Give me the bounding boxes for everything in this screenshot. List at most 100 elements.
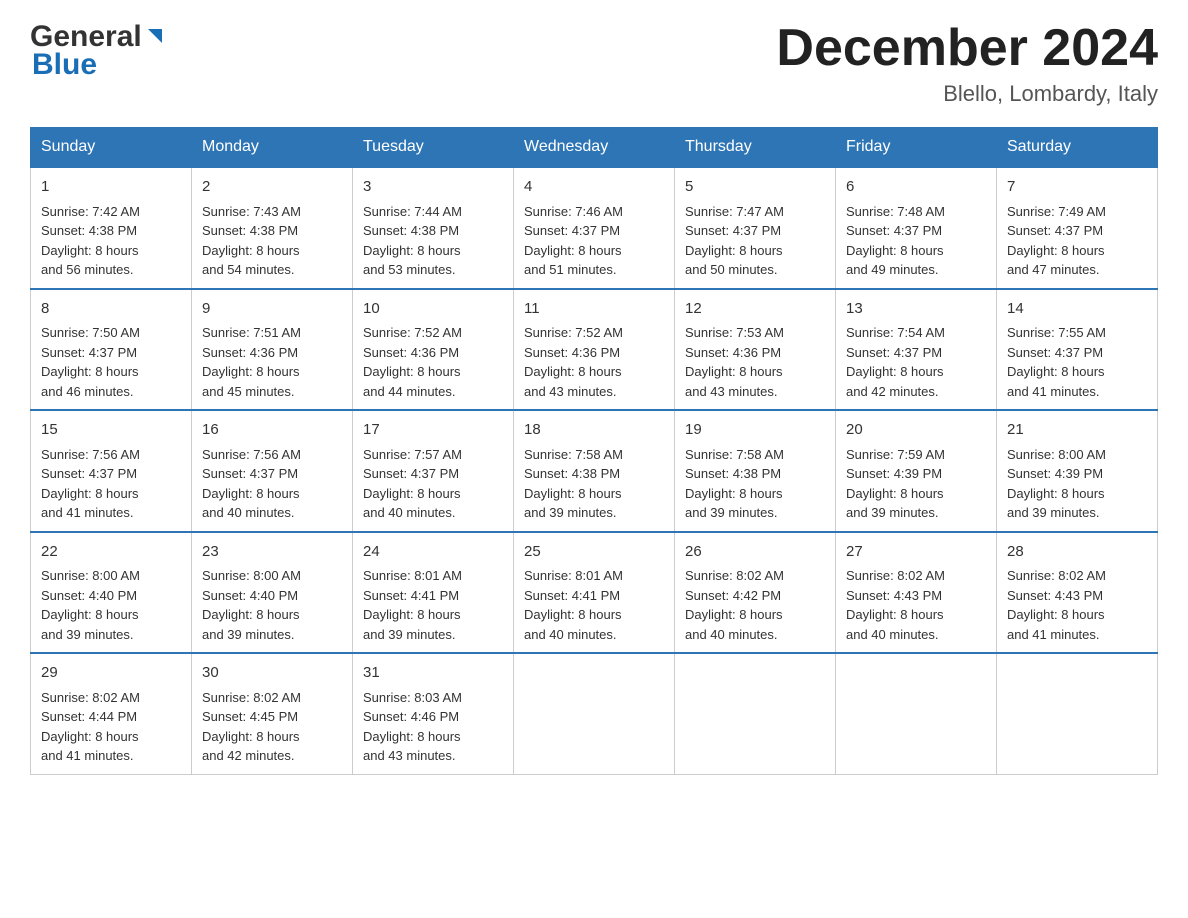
day-number: 14	[1007, 298, 1147, 321]
day-number: 19	[685, 419, 825, 442]
sunrise-info: Sunrise: 7:58 AM	[524, 447, 623, 462]
sunrise-info: Sunrise: 7:44 AM	[363, 204, 462, 219]
sunset-info: Sunset: 4:37 PM	[846, 345, 942, 360]
daylight-info: Daylight: 8 hours	[846, 364, 944, 379]
sunrise-info: Sunrise: 8:01 AM	[363, 568, 462, 583]
daylight-detail: and 40 minutes.	[202, 505, 295, 520]
col-header-friday: Friday	[836, 128, 997, 168]
daylight-detail: and 39 minutes.	[202, 627, 295, 642]
sunset-info: Sunset: 4:43 PM	[1007, 588, 1103, 603]
calendar-cell: 11Sunrise: 7:52 AMSunset: 4:36 PMDayligh…	[514, 289, 675, 411]
sunset-info: Sunset: 4:38 PM	[202, 223, 298, 238]
day-number: 26	[685, 541, 825, 564]
calendar-cell: 30Sunrise: 8:02 AMSunset: 4:45 PMDayligh…	[192, 653, 353, 774]
sunset-info: Sunset: 4:44 PM	[41, 709, 137, 724]
day-number: 20	[846, 419, 986, 442]
calendar-cell: 15Sunrise: 7:56 AMSunset: 4:37 PMDayligh…	[31, 410, 192, 532]
calendar-cell: 17Sunrise: 7:57 AMSunset: 4:37 PMDayligh…	[353, 410, 514, 532]
sunset-info: Sunset: 4:38 PM	[363, 223, 459, 238]
day-number: 31	[363, 662, 503, 685]
sunrise-info: Sunrise: 8:02 AM	[1007, 568, 1106, 583]
daylight-info: Daylight: 8 hours	[363, 486, 461, 501]
day-number: 4	[524, 176, 664, 199]
day-number: 17	[363, 419, 503, 442]
day-number: 29	[41, 662, 181, 685]
day-number: 16	[202, 419, 342, 442]
sunrise-info: Sunrise: 7:50 AM	[41, 325, 140, 340]
sunrise-info: Sunrise: 7:54 AM	[846, 325, 945, 340]
daylight-info: Daylight: 8 hours	[685, 243, 783, 258]
sunrise-info: Sunrise: 7:52 AM	[524, 325, 623, 340]
daylight-detail: and 41 minutes.	[41, 748, 134, 763]
sunset-info: Sunset: 4:38 PM	[524, 466, 620, 481]
calendar-cell: 3Sunrise: 7:44 AMSunset: 4:38 PMDaylight…	[353, 167, 514, 289]
day-number: 12	[685, 298, 825, 321]
sunset-info: Sunset: 4:43 PM	[846, 588, 942, 603]
daylight-info: Daylight: 8 hours	[846, 486, 944, 501]
calendar-cell	[997, 653, 1158, 774]
daylight-info: Daylight: 8 hours	[202, 243, 300, 258]
calendar-cell	[514, 653, 675, 774]
daylight-info: Daylight: 8 hours	[202, 607, 300, 622]
col-header-tuesday: Tuesday	[353, 128, 514, 168]
sunset-info: Sunset: 4:37 PM	[1007, 345, 1103, 360]
day-number: 28	[1007, 541, 1147, 564]
daylight-info: Daylight: 8 hours	[524, 364, 622, 379]
sunset-info: Sunset: 4:40 PM	[202, 588, 298, 603]
daylight-info: Daylight: 8 hours	[363, 729, 461, 744]
day-number: 25	[524, 541, 664, 564]
calendar-header-row: SundayMondayTuesdayWednesdayThursdayFrid…	[31, 128, 1158, 168]
sunset-info: Sunset: 4:37 PM	[41, 466, 137, 481]
sunset-info: Sunset: 4:36 PM	[524, 345, 620, 360]
sunset-info: Sunset: 4:37 PM	[1007, 223, 1103, 238]
daylight-info: Daylight: 8 hours	[363, 607, 461, 622]
daylight-info: Daylight: 8 hours	[41, 243, 139, 258]
logo-arrow-icon	[144, 27, 166, 49]
day-number: 27	[846, 541, 986, 564]
daylight-detail: and 45 minutes.	[202, 384, 295, 399]
sunrise-info: Sunrise: 7:52 AM	[363, 325, 462, 340]
calendar-cell: 16Sunrise: 7:56 AMSunset: 4:37 PMDayligh…	[192, 410, 353, 532]
col-header-wednesday: Wednesday	[514, 128, 675, 168]
logo-text-blue: Blue	[32, 48, 97, 82]
calendar-cell: 12Sunrise: 7:53 AMSunset: 4:36 PMDayligh…	[675, 289, 836, 411]
day-number: 13	[846, 298, 986, 321]
day-number: 8	[41, 298, 181, 321]
page-header: General Blue December 2024 Blello, Lomba…	[30, 20, 1158, 107]
calendar-cell: 14Sunrise: 7:55 AMSunset: 4:37 PMDayligh…	[997, 289, 1158, 411]
sunset-info: Sunset: 4:41 PM	[363, 588, 459, 603]
title-area: December 2024 Blello, Lombardy, Italy	[776, 20, 1158, 107]
daylight-detail: and 42 minutes.	[846, 384, 939, 399]
daylight-detail: and 43 minutes.	[524, 384, 617, 399]
daylight-detail: and 39 minutes.	[1007, 505, 1100, 520]
daylight-detail: and 40 minutes.	[363, 505, 456, 520]
sunset-info: Sunset: 4:37 PM	[41, 345, 137, 360]
day-number: 3	[363, 176, 503, 199]
page-title: December 2024	[776, 20, 1158, 77]
daylight-info: Daylight: 8 hours	[202, 486, 300, 501]
calendar-cell: 21Sunrise: 8:00 AMSunset: 4:39 PMDayligh…	[997, 410, 1158, 532]
daylight-detail: and 41 minutes.	[41, 505, 134, 520]
page-subtitle: Blello, Lombardy, Italy	[776, 81, 1158, 107]
calendar-cell: 10Sunrise: 7:52 AMSunset: 4:36 PMDayligh…	[353, 289, 514, 411]
daylight-detail: and 39 minutes.	[685, 505, 778, 520]
sunset-info: Sunset: 4:37 PM	[846, 223, 942, 238]
calendar-week-3: 15Sunrise: 7:56 AMSunset: 4:37 PMDayligh…	[31, 410, 1158, 532]
sunset-info: Sunset: 4:46 PM	[363, 709, 459, 724]
day-number: 23	[202, 541, 342, 564]
col-header-thursday: Thursday	[675, 128, 836, 168]
daylight-info: Daylight: 8 hours	[1007, 607, 1105, 622]
daylight-detail: and 40 minutes.	[846, 627, 939, 642]
calendar-week-1: 1Sunrise: 7:42 AMSunset: 4:38 PMDaylight…	[31, 167, 1158, 289]
daylight-info: Daylight: 8 hours	[685, 364, 783, 379]
calendar-cell: 31Sunrise: 8:03 AMSunset: 4:46 PMDayligh…	[353, 653, 514, 774]
sunrise-info: Sunrise: 7:57 AM	[363, 447, 462, 462]
calendar-cell: 2Sunrise: 7:43 AMSunset: 4:38 PMDaylight…	[192, 167, 353, 289]
daylight-info: Daylight: 8 hours	[685, 486, 783, 501]
sunrise-info: Sunrise: 7:59 AM	[846, 447, 945, 462]
calendar-week-4: 22Sunrise: 8:00 AMSunset: 4:40 PMDayligh…	[31, 532, 1158, 654]
sunrise-info: Sunrise: 7:42 AM	[41, 204, 140, 219]
daylight-info: Daylight: 8 hours	[41, 486, 139, 501]
calendar-cell: 6Sunrise: 7:48 AMSunset: 4:37 PMDaylight…	[836, 167, 997, 289]
sunset-info: Sunset: 4:42 PM	[685, 588, 781, 603]
